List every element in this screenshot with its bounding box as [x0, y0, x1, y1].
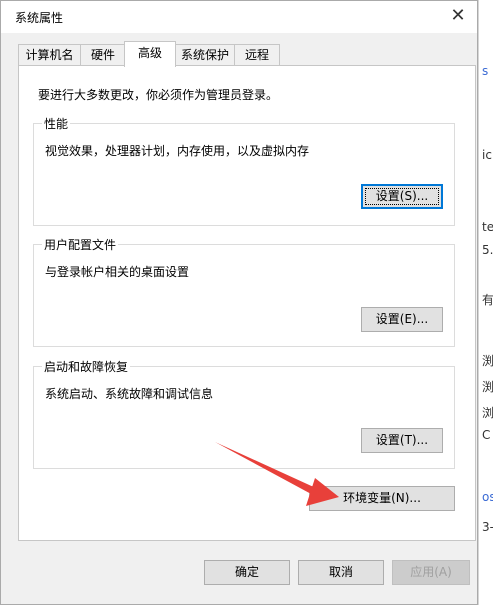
background-text-fragment: s [482, 64, 489, 78]
startup-recovery-settings-button[interactable]: 设置(T)... [361, 428, 443, 453]
user-profiles-group: 用户配置文件 与登录帐户相关的桌面设置 设置(E)... [33, 236, 455, 347]
startup-recovery-group-title: 启动和故障恢复 [42, 358, 131, 375]
tab-system-protection[interactable]: 系统保护 [175, 44, 235, 65]
admin-note: 要进行大多数更改，你必须作为管理员登录。 [38, 88, 279, 102]
background-text-fragment: 有 [482, 293, 493, 307]
background-text-fragment: 渕 [482, 354, 493, 368]
tab-remote[interactable]: 远程 [234, 44, 280, 65]
title-bar[interactable]: 系统属性 ✕ [1, 1, 477, 33]
user-profiles-settings-button[interactable]: 设置(E)... [361, 307, 443, 332]
tab-advanced[interactable]: 高级 [124, 41, 176, 67]
background-text-fragment: 3- [482, 520, 493, 534]
close-icon: ✕ [450, 5, 466, 26]
background-text-fragment: C [482, 428, 491, 442]
background-text-fragment: ic [482, 148, 492, 162]
background-text-fragment: te [482, 220, 493, 234]
performance-group-title: 性能 [42, 115, 71, 132]
startup-recovery-group: 启动和故障恢复 系统启动、系统故障和调试信息 设置(T)... [33, 358, 455, 469]
performance-group: 性能 视觉效果，处理器计划，内存使用，以及虚拟内存 设置(S)... [33, 115, 455, 226]
environment-variables-button[interactable]: 环境变量(N)... [309, 486, 455, 511]
background-text-fragment: 渕 [482, 380, 493, 394]
startup-recovery-description: 系统启动、系统故障和调试信息 [45, 387, 214, 401]
background-text-fragment: os [482, 490, 493, 504]
advanced-tab-panel: 要进行大多数更改，你必须作为管理员登录。 性能 视觉效果，处理器计划，内存使用，… [18, 65, 476, 541]
performance-settings-button[interactable]: 设置(S)... [361, 184, 443, 209]
system-properties-dialog: 系统属性 ✕ 计算机名 硬件 高级 系统保护 远程 要进行大多数更改，你必须作为… [0, 0, 478, 605]
user-profiles-group-title: 用户配置文件 [42, 236, 119, 253]
cancel-button[interactable]: 取消 [298, 560, 384, 585]
window-title: 系统属性 [15, 11, 64, 25]
close-button[interactable]: ✕ [445, 4, 471, 30]
focus-rectangle [365, 188, 439, 205]
apply-button[interactable]: 应用(A) [392, 560, 470, 585]
tab-hardware[interactable]: 硬件 [80, 44, 126, 65]
user-profiles-description: 与登录帐户相关的桌面设置 [45, 265, 190, 279]
ok-button[interactable]: 确定 [204, 560, 290, 585]
background-text-fragment: 浏 [482, 406, 493, 420]
tab-computer-name[interactable]: 计算机名 [18, 44, 81, 65]
background-window: s ic te 5. 有 渕 渕 浏 C os 3- [478, 0, 493, 605]
background-text-fragment: 5. [482, 243, 493, 257]
performance-description: 视觉效果，处理器计划，内存使用，以及虚拟内存 [45, 144, 310, 158]
